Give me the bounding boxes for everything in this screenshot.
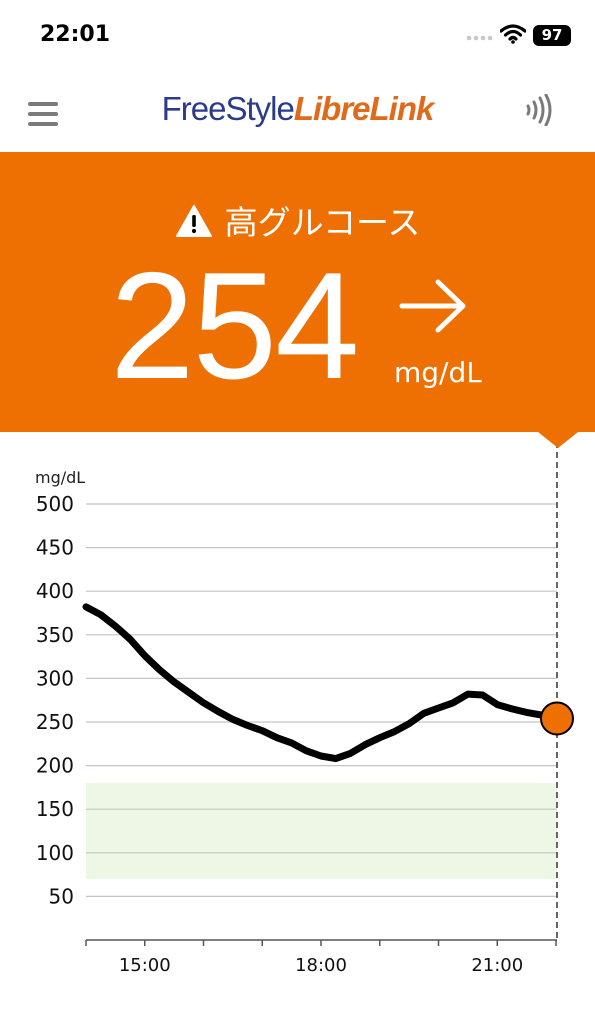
app-header: FreeStyleLibreLink <box>0 72 595 152</box>
nfc-scan-icon[interactable] <box>520 94 556 126</box>
current-time-pointer <box>538 432 578 448</box>
logo-freestyle: FreeStyle <box>161 90 295 127</box>
alert-title: 高グルコース <box>224 203 421 242</box>
glucose-unit: mg/dL <box>394 356 482 389</box>
glucose-line <box>82 603 561 763</box>
y-tick-label: 200 <box>36 754 74 778</box>
app-logo: FreeStyleLibreLink <box>0 90 595 128</box>
x-tick-label: 15:00 <box>119 955 171 976</box>
status-bar: 22:01 97 <box>0 0 595 72</box>
y-tick-label: 150 <box>36 797 74 821</box>
alert-row: 高グルコース <box>0 196 595 244</box>
y-tick-label: 350 <box>36 623 74 647</box>
status-time: 22:01 <box>40 22 111 47</box>
y-tick-label: 50 <box>49 884 74 908</box>
glucose-chart: mg/dL 500 450 400 350 300 250 200 150 100 50 15:00… <box>35 442 574 976</box>
current-reading-marker <box>540 701 574 736</box>
y-axis-label: mg/dL <box>35 468 85 487</box>
glucose-alert-banner: 高グルコース 254 mg/dL <box>0 152 595 432</box>
cellular-signal-icon <box>466 35 493 41</box>
x-tick-label: 18:00 <box>295 955 347 976</box>
y-tick-label: 300 <box>36 666 74 690</box>
glucose-value: 254 <box>110 241 360 411</box>
target-range-band <box>86 783 557 879</box>
y-tick-label: 450 <box>36 536 74 560</box>
battery-indicator: 97 <box>533 25 571 46</box>
wifi-icon <box>500 24 526 44</box>
x-tick-label: 21:00 <box>471 955 523 976</box>
y-tick-label: 400 <box>36 579 74 603</box>
y-tick-label: 100 <box>36 841 74 865</box>
warning-triangle-icon <box>175 205 212 237</box>
y-tick-label: 250 <box>36 710 74 734</box>
right-arrow-icon <box>399 279 466 333</box>
logo-librelink: LibreLink <box>293 90 435 127</box>
y-tick-label: 500 <box>36 492 74 516</box>
